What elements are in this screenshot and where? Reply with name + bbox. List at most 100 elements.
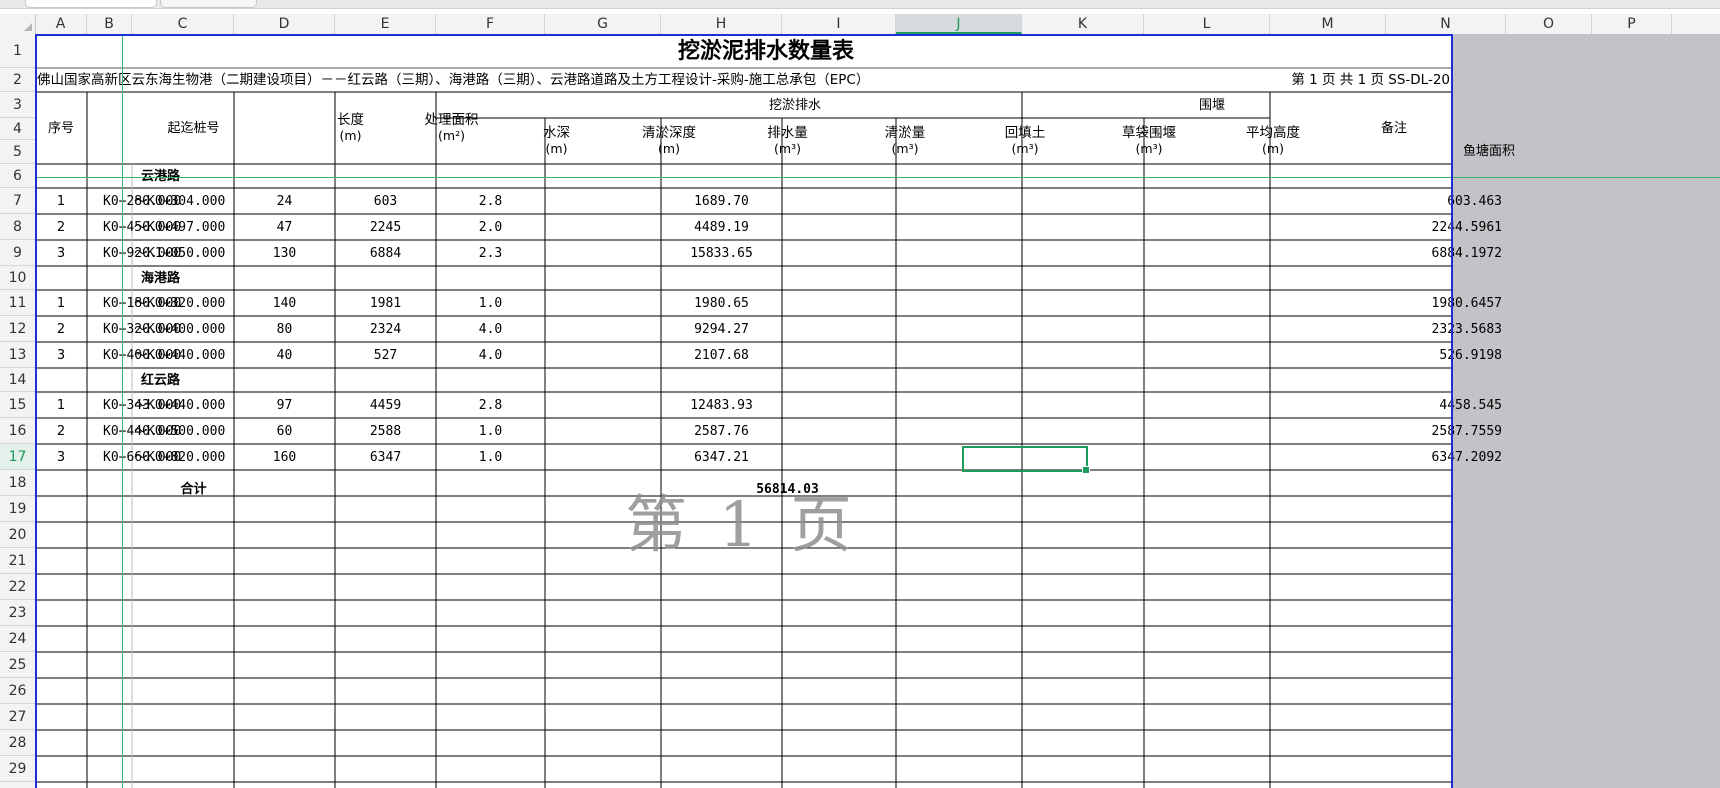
header-drain[interactable]: 排水量 (m³) — [727, 118, 848, 164]
column-header-i[interactable]: I — [782, 14, 896, 34]
cell-drain[interactable]: 2107.68 — [661, 342, 782, 368]
column-header-a[interactable]: A — [35, 14, 87, 34]
cell-station-to[interactable]: ～K0+500.000 — [134, 418, 234, 444]
cell-seq[interactable]: 1 — [35, 290, 87, 316]
cell-seq[interactable]: 2 — [35, 214, 87, 240]
row-header-20[interactable]: 20 — [0, 522, 35, 548]
sheet-tab-2[interactable] — [160, 0, 257, 8]
cell-seq[interactable]: 3 — [35, 240, 87, 266]
cell-fish-pond-area[interactable]: 6884.1972 — [1386, 240, 1506, 266]
row-header-16[interactable]: 16 — [0, 418, 35, 444]
column-header-k[interactable]: K — [1022, 14, 1144, 34]
cell-length[interactable]: 160 — [234, 444, 335, 470]
cell-station-to[interactable]: ～K0+440.000 — [134, 342, 234, 368]
cell-drain[interactable]: 1689.70 — [661, 188, 782, 214]
row-header-9[interactable]: 9 — [0, 240, 35, 266]
header-remark[interactable]: 备注 — [1336, 92, 1452, 164]
cell-area[interactable]: 527 — [335, 342, 436, 368]
row-header-1[interactable]: 1 — [0, 34, 35, 68]
row-header-26[interactable]: 26 — [0, 678, 35, 704]
cell-depth[interactable]: 2.8 — [436, 392, 545, 418]
sheet-tab[interactable] — [25, 0, 157, 8]
row-header-13[interactable]: 13 — [0, 342, 35, 368]
header-avg-height[interactable]: 平均高度 (m) — [1210, 118, 1336, 164]
column-header-d[interactable]: D — [234, 14, 335, 34]
section-title[interactable]: 海港路 — [87, 266, 234, 290]
row-header-17[interactable]: 17 — [0, 444, 35, 470]
cell-fish-pond-area[interactable]: 2587.7559 — [1386, 418, 1506, 444]
header-station[interactable]: 起迄桩号 — [87, 92, 300, 164]
cell-seq[interactable]: 2 — [35, 418, 87, 444]
column-header-o[interactable]: O — [1506, 14, 1592, 34]
cell-seq[interactable]: 3 — [35, 342, 87, 368]
cell-length[interactable]: 97 — [234, 392, 335, 418]
cell-length[interactable]: 140 — [234, 290, 335, 316]
column-header-m[interactable]: M — [1270, 14, 1386, 34]
section-title[interactable]: 红云路 — [87, 368, 234, 392]
row-header-8[interactable]: 8 — [0, 214, 35, 240]
cell-drain[interactable]: 12483.93 — [661, 392, 782, 418]
cell-depth[interactable]: 1.0 — [436, 290, 545, 316]
cell-length[interactable]: 130 — [234, 240, 335, 266]
table-title[interactable]: 挖淤泥排水数量表 — [80, 34, 1452, 68]
project-subtitle[interactable]: 佛山国家高新区云东海生物港（二期建设项目）－－红云路（三期）、海港路（三期）、云… — [35, 68, 1090, 92]
cell-station-to[interactable]: ～K1+050.000 — [134, 240, 234, 266]
header-group-dig[interactable]: 挖淤排水 — [502, 92, 1088, 118]
cell-area[interactable]: 6347 — [335, 444, 436, 470]
cell-depth[interactable]: 1.0 — [436, 444, 545, 470]
cell-area[interactable]: 2245 — [335, 214, 436, 240]
cell-seq[interactable]: 1 — [35, 188, 87, 214]
cell-fish-pond-area[interactable]: 4458.545 — [1386, 392, 1506, 418]
cell-drain[interactable]: 15833.65 — [661, 240, 782, 266]
row-header-19[interactable]: 19 — [0, 496, 35, 522]
cell-depth[interactable]: 4.0 — [436, 316, 545, 342]
cell-fish-pond-area[interactable]: 1980.6457 — [1386, 290, 1506, 316]
cell-drain[interactable]: 2587.76 — [661, 418, 782, 444]
select-all-corner[interactable] — [0, 14, 36, 34]
cell-fish-pond-area[interactable]: 603.463 — [1386, 188, 1506, 214]
cell-seq[interactable]: 3 — [35, 444, 87, 470]
row-header-4[interactable]: 4 — [0, 118, 35, 140]
header-bag-weir[interactable]: 草袋围堰 (m³) — [1088, 118, 1210, 164]
cell-area[interactable]: 2324 — [335, 316, 436, 342]
cell-drain[interactable]: 6347.21 — [661, 444, 782, 470]
row-header-22[interactable]: 22 — [0, 574, 35, 600]
row-header-24[interactable]: 24 — [0, 626, 35, 652]
header-length[interactable]: 长度 (m) — [300, 92, 401, 164]
header-seq[interactable]: 序号 — [35, 92, 87, 164]
row-header-7[interactable]: 7 — [0, 188, 35, 214]
column-header-n[interactable]: N — [1386, 14, 1506, 34]
row-header-29[interactable]: 29 — [0, 756, 35, 782]
row-header-11[interactable]: 11 — [0, 290, 35, 316]
header-area[interactable]: 处理面积 (m²) — [401, 92, 502, 164]
header-depth[interactable]: 水深 (m) — [502, 118, 611, 164]
column-header-j[interactable]: J — [896, 14, 1022, 34]
cell-station-to[interactable]: ～K0+440.000 — [134, 392, 234, 418]
header-clear-volume[interactable]: 清淤量 (m³) — [848, 118, 962, 164]
cell-drain[interactable]: 9294.27 — [661, 316, 782, 342]
cell-station-to[interactable]: ～K0+304.000 — [134, 188, 234, 214]
row-header-27[interactable]: 27 — [0, 704, 35, 730]
header-clear-depth[interactable]: 清淤深度 (m) — [611, 118, 727, 164]
cell-station-to[interactable]: ～K0+820.000 — [134, 444, 234, 470]
page-info[interactable]: 第 1 页 共 1 页 SS-DL-20 — [1200, 68, 1452, 92]
cell-area[interactable]: 603 — [335, 188, 436, 214]
row-header-12[interactable]: 12 — [0, 316, 35, 342]
worksheet-grid[interactable]: 挖淤泥排水数量表 佛山国家高新区云东海生物港（二期建设项目）－－红云路（三期）、… — [35, 34, 1720, 788]
cell-station-to[interactable]: ～K0+320.000 — [134, 290, 234, 316]
row-header-28[interactable]: 28 — [0, 730, 35, 756]
column-header-g[interactable]: G — [545, 14, 661, 34]
cell-fish-pond-area[interactable]: 2244.5961 — [1386, 214, 1506, 240]
row-header-23[interactable]: 23 — [0, 600, 35, 626]
cell-fish-pond-area[interactable]: 2323.5683 — [1386, 316, 1506, 342]
cell-depth[interactable]: 2.8 — [436, 188, 545, 214]
row-header-2[interactable]: 2 — [0, 68, 35, 92]
row-header-6[interactable]: 6 — [0, 164, 35, 188]
cell-length[interactable]: 40 — [234, 342, 335, 368]
column-header-e[interactable]: E — [335, 14, 436, 34]
column-header-b[interactable]: B — [87, 14, 132, 34]
cell-length[interactable]: 80 — [234, 316, 335, 342]
header-backfill[interactable]: 回填土 (m³) — [962, 118, 1088, 164]
cell-station-to[interactable]: ～K0+400.000 — [134, 316, 234, 342]
active-cell-selection[interactable] — [962, 446, 1090, 474]
